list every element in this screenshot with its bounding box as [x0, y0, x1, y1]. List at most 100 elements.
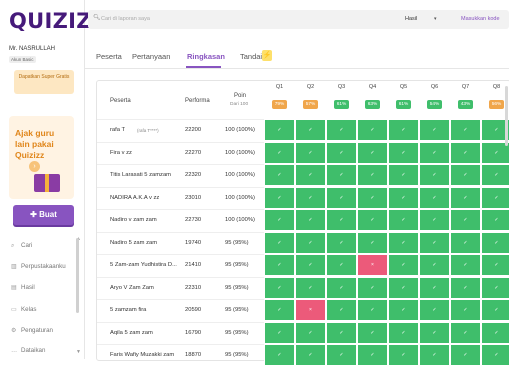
correct-answer-cell[interactable]: ✓: [388, 119, 419, 141]
correct-answer-cell[interactable]: ✓: [357, 186, 388, 209]
correct-answer-cell[interactable]: ✓: [481, 254, 509, 276]
question-header[interactable]: Q7: [450, 84, 481, 90]
correct-answer-cell[interactable]: ✓: [450, 209, 481, 231]
correct-answer-cell[interactable]: ✓: [481, 209, 509, 231]
search-input[interactable]: Cari di laporan saya: [101, 16, 150, 22]
question-header[interactable]: Q5: [388, 84, 419, 90]
correct-answer-cell[interactable]: ✓: [326, 254, 357, 276]
correct-answer-cell[interactable]: ✓: [357, 119, 388, 141]
correct-answer-cell[interactable]: ✓: [326, 299, 357, 321]
correct-answer-cell[interactable]: ✓: [326, 119, 357, 141]
sidebar-item-1[interactable]: ▥ Perpustakaanku: [11, 263, 66, 270]
header-participant[interactable]: Peserta: [110, 98, 131, 104]
question-header[interactable]: Q4: [357, 84, 388, 90]
arrow-right-icon[interactable]: ›: [29, 161, 40, 172]
correct-answer-cell[interactable]: ✓: [388, 209, 419, 231]
correct-answer-cell[interactable]: ✓: [264, 141, 295, 164]
correct-answer-cell[interactable]: ✓: [326, 209, 357, 231]
correct-answer-cell[interactable]: ✓: [419, 186, 450, 209]
correct-answer-cell[interactable]: ✓: [357, 299, 388, 321]
search-bar[interactable]: [88, 10, 509, 29]
correct-answer-cell[interactable]: ✓: [450, 299, 481, 321]
user-name[interactable]: Mr. NASRULLAH: [9, 46, 55, 52]
correct-answer-cell[interactable]: ✓: [419, 254, 450, 276]
correct-answer-cell[interactable]: ✓: [481, 186, 509, 209]
correct-answer-cell[interactable]: ✓: [264, 164, 295, 186]
correct-answer-cell[interactable]: ✓: [388, 231, 419, 254]
correct-answer-cell[interactable]: ✓: [388, 299, 419, 321]
question-header[interactable]: Q2: [295, 84, 326, 90]
correct-answer-cell[interactable]: ✓: [450, 164, 481, 186]
filter-select[interactable]: Hasil: [405, 16, 417, 22]
correct-answer-cell[interactable]: ✓: [450, 141, 481, 164]
correct-answer-cell[interactable]: ✓: [419, 231, 450, 254]
correct-answer-cell[interactable]: ✓: [419, 344, 450, 366]
correct-answer-cell[interactable]: ✓: [450, 186, 481, 209]
correct-answer-cell[interactable]: ✓: [264, 119, 295, 141]
correct-answer-cell[interactable]: ✓: [357, 141, 388, 164]
correct-answer-cell[interactable]: ✓: [357, 276, 388, 299]
correct-answer-cell[interactable]: ✓: [450, 321, 481, 344]
correct-answer-cell[interactable]: ✓: [264, 321, 295, 344]
correct-answer-cell[interactable]: ✓: [388, 321, 419, 344]
sidebar-item-2[interactable]: ▤ Hasil: [11, 284, 35, 291]
correct-answer-cell[interactable]: ✓: [450, 254, 481, 276]
correct-answer-cell[interactable]: ✓: [450, 344, 481, 366]
correct-answer-cell[interactable]: ✓: [264, 186, 295, 209]
incorrect-answer-cell[interactable]: ×: [357, 254, 388, 276]
correct-answer-cell[interactable]: ✓: [357, 344, 388, 366]
correct-answer-cell[interactable]: ✓: [326, 321, 357, 344]
tab-questions[interactable]: Pertanyaan: [132, 52, 170, 61]
question-header[interactable]: Q3: [326, 84, 357, 90]
correct-answer-cell[interactable]: ✓: [326, 276, 357, 299]
tab-mark[interactable]: Tandai: [240, 52, 262, 61]
header-points[interactable]: Poin: [234, 93, 246, 99]
correct-answer-cell[interactable]: ✓: [388, 254, 419, 276]
correct-answer-cell[interactable]: ✓: [419, 321, 450, 344]
correct-answer-cell[interactable]: ✓: [419, 299, 450, 321]
correct-answer-cell[interactable]: ✓: [357, 231, 388, 254]
correct-answer-cell[interactable]: ✓: [264, 276, 295, 299]
enter-code-link[interactable]: Masukkan kode: [461, 16, 500, 22]
sidebar-item-4[interactable]: ⚙ Pengaturan: [11, 327, 53, 334]
correct-answer-cell[interactable]: ✓: [326, 231, 357, 254]
correct-answer-cell[interactable]: ✓: [357, 209, 388, 231]
correct-answer-cell[interactable]: ✓: [388, 276, 419, 299]
correct-answer-cell[interactable]: ✓: [357, 164, 388, 186]
chevron-down-icon[interactable]: ▾: [434, 16, 437, 22]
correct-answer-cell[interactable]: ✓: [450, 231, 481, 254]
correct-answer-cell[interactable]: ✓: [295, 141, 326, 164]
correct-answer-cell[interactable]: ✓: [326, 141, 357, 164]
correct-answer-cell[interactable]: ✓: [419, 164, 450, 186]
incorrect-answer-cell[interactable]: ×: [295, 299, 326, 321]
correct-answer-cell[interactable]: ✓: [419, 141, 450, 164]
question-header[interactable]: Q6: [419, 84, 450, 90]
sidebar-item-0[interactable]: ⌕ Cari: [11, 242, 32, 250]
tab-summary[interactable]: Ringkasan: [187, 52, 225, 61]
correct-answer-cell[interactable]: ✓: [419, 209, 450, 231]
scroll-down-icon[interactable]: ▼: [76, 349, 81, 355]
correct-answer-cell[interactable]: ✓: [295, 119, 326, 141]
invite-card[interactable]: Ajak guru lain pakai Quizizz ›: [9, 116, 74, 199]
create-button[interactable]: ✚ Buat: [13, 205, 74, 225]
sidebar-item-5[interactable]: … Dataikan: [11, 347, 45, 354]
correct-answer-cell[interactable]: ✓: [264, 344, 295, 366]
sidebar-item-3[interactable]: ▭ Kelas: [11, 306, 36, 313]
correct-answer-cell[interactable]: ✓: [419, 276, 450, 299]
correct-answer-cell[interactable]: ✓: [388, 164, 419, 186]
correct-answer-cell[interactable]: ✓: [450, 119, 481, 141]
correct-answer-cell[interactable]: ✓: [264, 254, 295, 276]
correct-answer-cell[interactable]: ✓: [264, 209, 295, 231]
correct-answer-cell[interactable]: ✓: [264, 231, 295, 254]
correct-answer-cell[interactable]: ✓: [388, 141, 419, 164]
correct-answer-cell[interactable]: ✓: [481, 299, 509, 321]
correct-answer-cell[interactable]: ✓: [295, 209, 326, 231]
correct-answer-cell[interactable]: ✓: [326, 344, 357, 366]
upgrade-button[interactable]: Dapatkan Super Gratis: [14, 70, 74, 94]
correct-answer-cell[interactable]: ✓: [295, 321, 326, 344]
correct-answer-cell[interactable]: ✓: [295, 231, 326, 254]
correct-answer-cell[interactable]: ✓: [295, 276, 326, 299]
correct-answer-cell[interactable]: ✓: [264, 299, 295, 321]
correct-answer-cell[interactable]: ✓: [326, 186, 357, 209]
correct-answer-cell[interactable]: ✓: [388, 186, 419, 209]
